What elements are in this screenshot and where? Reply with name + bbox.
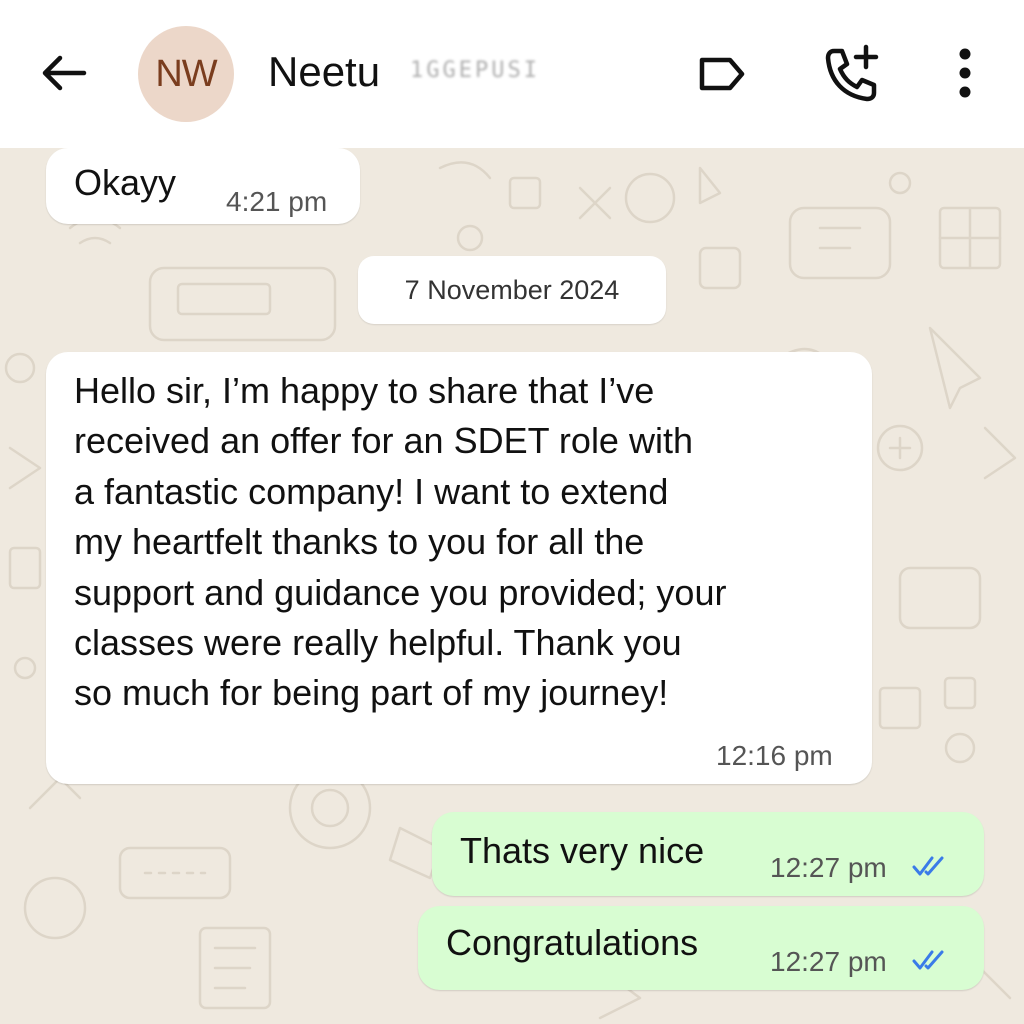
contact-subtitle-blurred: 1GGEPUSI: [410, 58, 540, 83]
more-vertical-icon: [959, 48, 971, 98]
avatar[interactable]: NW: [138, 26, 234, 122]
chat-area[interactable]: Okayy 4:21 pm 7 November 2024 Hello sir,…: [0, 148, 1024, 1024]
message-line: a fantastic company! I want to extend: [74, 470, 669, 512]
message-time: 12:27 pm: [770, 946, 887, 977]
message-bubble-incoming[interactable]: Hello sir, I’m happy to share that I’ve …: [46, 352, 872, 784]
message-time: 12:27 pm: [770, 852, 887, 883]
back-button[interactable]: [38, 50, 90, 96]
more-options-button[interactable]: [944, 44, 986, 102]
message-text: Hello sir, I’m happy to share that I’ve …: [74, 366, 864, 719]
back-arrow-icon: [42, 55, 87, 91]
message-bubble-incoming[interactable]: Okayy 4:21 pm: [46, 148, 360, 224]
add-call-button[interactable]: [818, 42, 884, 104]
message-time: 4:21 pm: [226, 186, 328, 217]
date-separator: 7 November 2024: [358, 256, 666, 324]
message-text: Congratulations: [446, 922, 699, 963]
message-line: my heartfelt thanks to you for all the: [74, 521, 645, 563]
message-bubble-outgoing[interactable]: Congratulations 12:27 pm: [418, 906, 984, 990]
add-call-icon: [825, 44, 879, 102]
contact-name[interactable]: Neetu: [268, 48, 380, 96]
message-line: Hello sir, I’m happy to share that I’ve: [74, 370, 655, 411]
read-double-check-icon: [912, 950, 944, 970]
message-bubble-outgoing[interactable]: Thats very nice 12:27 pm: [432, 812, 984, 896]
message-line: support and guidance you provided; your: [74, 571, 727, 613]
message-line: received an offer for an SDET role with: [74, 420, 693, 462]
chat-header: NW Neetu 1GGEPUSI: [0, 0, 1024, 148]
message-line: classes were really helpful. Thank you: [74, 622, 682, 664]
message-text: Okayy: [74, 162, 177, 203]
message-text: Thats very nice: [460, 830, 705, 871]
label-icon: [699, 57, 745, 91]
label-button[interactable]: [692, 48, 752, 100]
message-line: so much for being part of my journey!: [74, 672, 669, 714]
read-double-check-icon: [912, 856, 944, 876]
message-time: 12:16 pm: [716, 740, 833, 771]
